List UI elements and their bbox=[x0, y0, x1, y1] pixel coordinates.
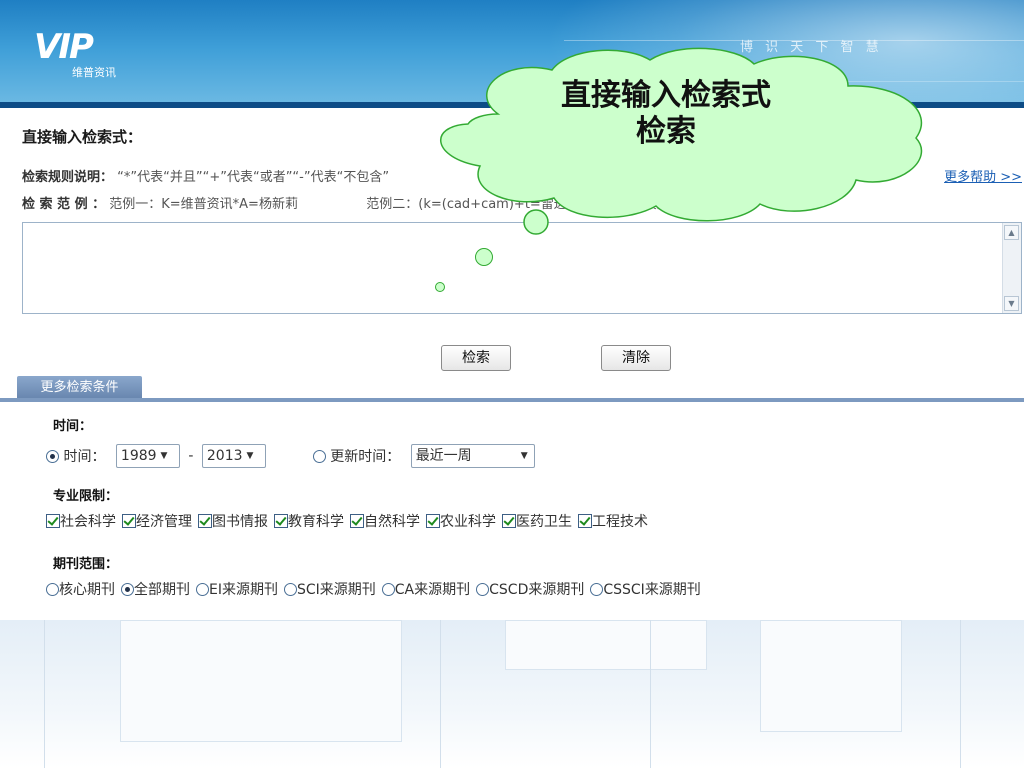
subject-checkbox[interactable] bbox=[46, 514, 60, 528]
subject-checkbox[interactable] bbox=[426, 514, 440, 528]
subject-checkbox-row: 社会科学 经济管理 图书情报 教育科学 自然科学 农业科学 医药卫生 工程技术 bbox=[46, 511, 654, 531]
background-line bbox=[650, 620, 651, 768]
callout-bubble-small bbox=[475, 248, 493, 266]
time-row: 时间： 1989 ▼ - 2013 ▼ 更新时间： 最近一周 ▼ bbox=[46, 444, 535, 468]
journal-radio[interactable] bbox=[283, 582, 297, 596]
subject-option[interactable]: 教育科学 bbox=[274, 511, 344, 531]
subject-checkbox[interactable] bbox=[578, 514, 592, 528]
journal-label: EI来源期刊 bbox=[209, 582, 278, 598]
search-rules-row: 检索规则说明： “*”代表“并且”“+”代表“或者”“-”代表“不包含” bbox=[22, 166, 389, 185]
journal-option[interactable]: CSCD来源期刊 bbox=[476, 579, 584, 599]
callout-bubble-tiny bbox=[435, 282, 445, 292]
search-examples-label: 检 索 范 例 ： bbox=[22, 197, 106, 212]
update-time-radio[interactable] bbox=[312, 449, 326, 463]
to-year-select[interactable]: 2013 ▼ bbox=[201, 444, 266, 468]
journal-radio[interactable] bbox=[590, 582, 604, 596]
from-year-value: 1989 bbox=[120, 448, 157, 464]
time-radio[interactable] bbox=[46, 449, 59, 463]
subject-option[interactable]: 图书情报 bbox=[198, 511, 268, 531]
to-year-value: 2013 bbox=[206, 448, 243, 464]
journal-option[interactable]: CA来源期刊 bbox=[381, 579, 471, 599]
background-line bbox=[440, 620, 441, 768]
journal-option[interactable]: CSSCI来源期刊 bbox=[590, 579, 701, 599]
subject-label: 经济管理 bbox=[136, 514, 192, 530]
callout-cloud: 直接输入检索式 检索 bbox=[428, 44, 938, 266]
tab-more-conditions[interactable]: 更多检索条件 bbox=[17, 376, 142, 400]
subject-checkbox[interactable] bbox=[198, 514, 212, 528]
journal-label: CSSCI来源期刊 bbox=[603, 582, 701, 598]
journal-option[interactable]: SCI来源期刊 bbox=[283, 579, 376, 599]
subject-label: 社会科学 bbox=[60, 514, 116, 530]
year-dash: - bbox=[188, 448, 194, 464]
subject-option[interactable]: 社会科学 bbox=[46, 511, 116, 531]
subject-checkbox[interactable] bbox=[502, 514, 516, 528]
callout-line-2: 检索 bbox=[636, 114, 696, 149]
subject-checkbox[interactable] bbox=[274, 514, 288, 528]
background-line bbox=[960, 620, 961, 768]
subject-checkbox[interactable] bbox=[122, 514, 136, 528]
subject-group-title: 专业限制： bbox=[53, 489, 119, 504]
chevron-down-icon: ▼ bbox=[520, 451, 528, 461]
search-rules-text: “*”代表“并且”“+”代表“或者”“-”代表“不包含” bbox=[117, 170, 390, 185]
journal-radio[interactable] bbox=[46, 582, 59, 596]
tab-strip bbox=[0, 398, 1024, 402]
search-section-title: 直接输入检索式： bbox=[22, 128, 143, 146]
subject-option[interactable]: 工程技术 bbox=[578, 511, 648, 531]
subject-label: 教育科学 bbox=[288, 514, 344, 530]
subject-label: 工程技术 bbox=[592, 514, 648, 530]
subject-label: 农业科学 bbox=[440, 514, 496, 530]
chevron-down-icon: ▼ bbox=[246, 451, 254, 461]
subject-option[interactable]: 医药卫生 bbox=[502, 511, 572, 531]
vip-logo[interactable]: VIP 维普资讯 bbox=[34, 30, 134, 82]
time-radio-option[interactable]: 时间： bbox=[46, 446, 105, 466]
chevron-down-icon: ▼ bbox=[160, 451, 168, 461]
clear-button[interactable]: 清除 bbox=[601, 345, 671, 371]
background-card bbox=[120, 620, 402, 742]
subject-option[interactable]: 经济管理 bbox=[122, 511, 192, 531]
update-time-radio-option[interactable]: 更新时间： bbox=[312, 446, 401, 466]
logo-letters: VIP bbox=[34, 27, 94, 67]
journal-option[interactable]: 核心期刊 bbox=[46, 579, 115, 599]
subject-option[interactable]: 自然科学 bbox=[350, 511, 420, 531]
journal-radio[interactable] bbox=[121, 582, 134, 596]
scroll-down-icon[interactable]: ▼ bbox=[1004, 296, 1019, 311]
more-help-link[interactable]: 更多帮助 >> bbox=[944, 166, 1022, 185]
update-time-label: 更新时间： bbox=[330, 449, 401, 465]
journal-option[interactable]: 全部期刊 bbox=[121, 579, 190, 599]
subject-label: 图书情报 bbox=[212, 514, 268, 530]
journal-label: SCI来源期刊 bbox=[296, 582, 376, 598]
subject-label: 自然科学 bbox=[364, 514, 420, 530]
journal-option[interactable]: EI来源期刊 bbox=[196, 579, 278, 599]
background-line bbox=[44, 620, 45, 768]
journal-radio[interactable] bbox=[381, 582, 395, 596]
journal-radio-row: 核心期刊 全部期刊 EI来源期刊 SCI来源期刊 CA来源期刊 CSCD来源期刊 CSSCI… bbox=[46, 579, 707, 599]
subject-option[interactable]: 农业科学 bbox=[426, 511, 496, 531]
background-card bbox=[505, 620, 707, 670]
journal-label: CSCD来源期刊 bbox=[489, 582, 585, 598]
journal-label: 核心期刊 bbox=[59, 582, 115, 598]
time-group-title: 时间： bbox=[53, 419, 93, 434]
scroll-up-icon[interactable]: ▲ bbox=[1004, 225, 1019, 240]
search-example-1: 范例一：K=维普资讯*A=杨新莉 bbox=[109, 197, 298, 212]
search-rules-label: 检索规则说明： bbox=[22, 170, 114, 185]
callout-text: 直接输入检索式 检索 bbox=[516, 78, 816, 150]
update-time-select[interactable]: 最近一周 ▼ bbox=[410, 444, 535, 468]
journal-label: 全部期刊 bbox=[134, 582, 190, 598]
from-year-select[interactable]: 1989 ▼ bbox=[115, 444, 180, 468]
background-card bbox=[760, 620, 902, 732]
journal-radio[interactable] bbox=[476, 582, 490, 596]
search-button[interactable]: 检索 bbox=[441, 345, 511, 371]
update-time-value: 最近一周 bbox=[415, 448, 472, 464]
time-radio-label: 时间： bbox=[63, 449, 106, 465]
logo-subtitle: 维普资讯 bbox=[72, 66, 116, 79]
subject-checkbox[interactable] bbox=[350, 514, 364, 528]
subject-label: 医药卫生 bbox=[516, 514, 572, 530]
textarea-scrollbar[interactable]: ▲ ▼ bbox=[1002, 223, 1021, 313]
journal-group-title: 期刊范围： bbox=[53, 557, 119, 572]
callout-line-1: 直接输入检索式 bbox=[561, 78, 771, 113]
journal-radio[interactable] bbox=[196, 582, 209, 596]
journal-label: CA来源期刊 bbox=[394, 582, 471, 598]
